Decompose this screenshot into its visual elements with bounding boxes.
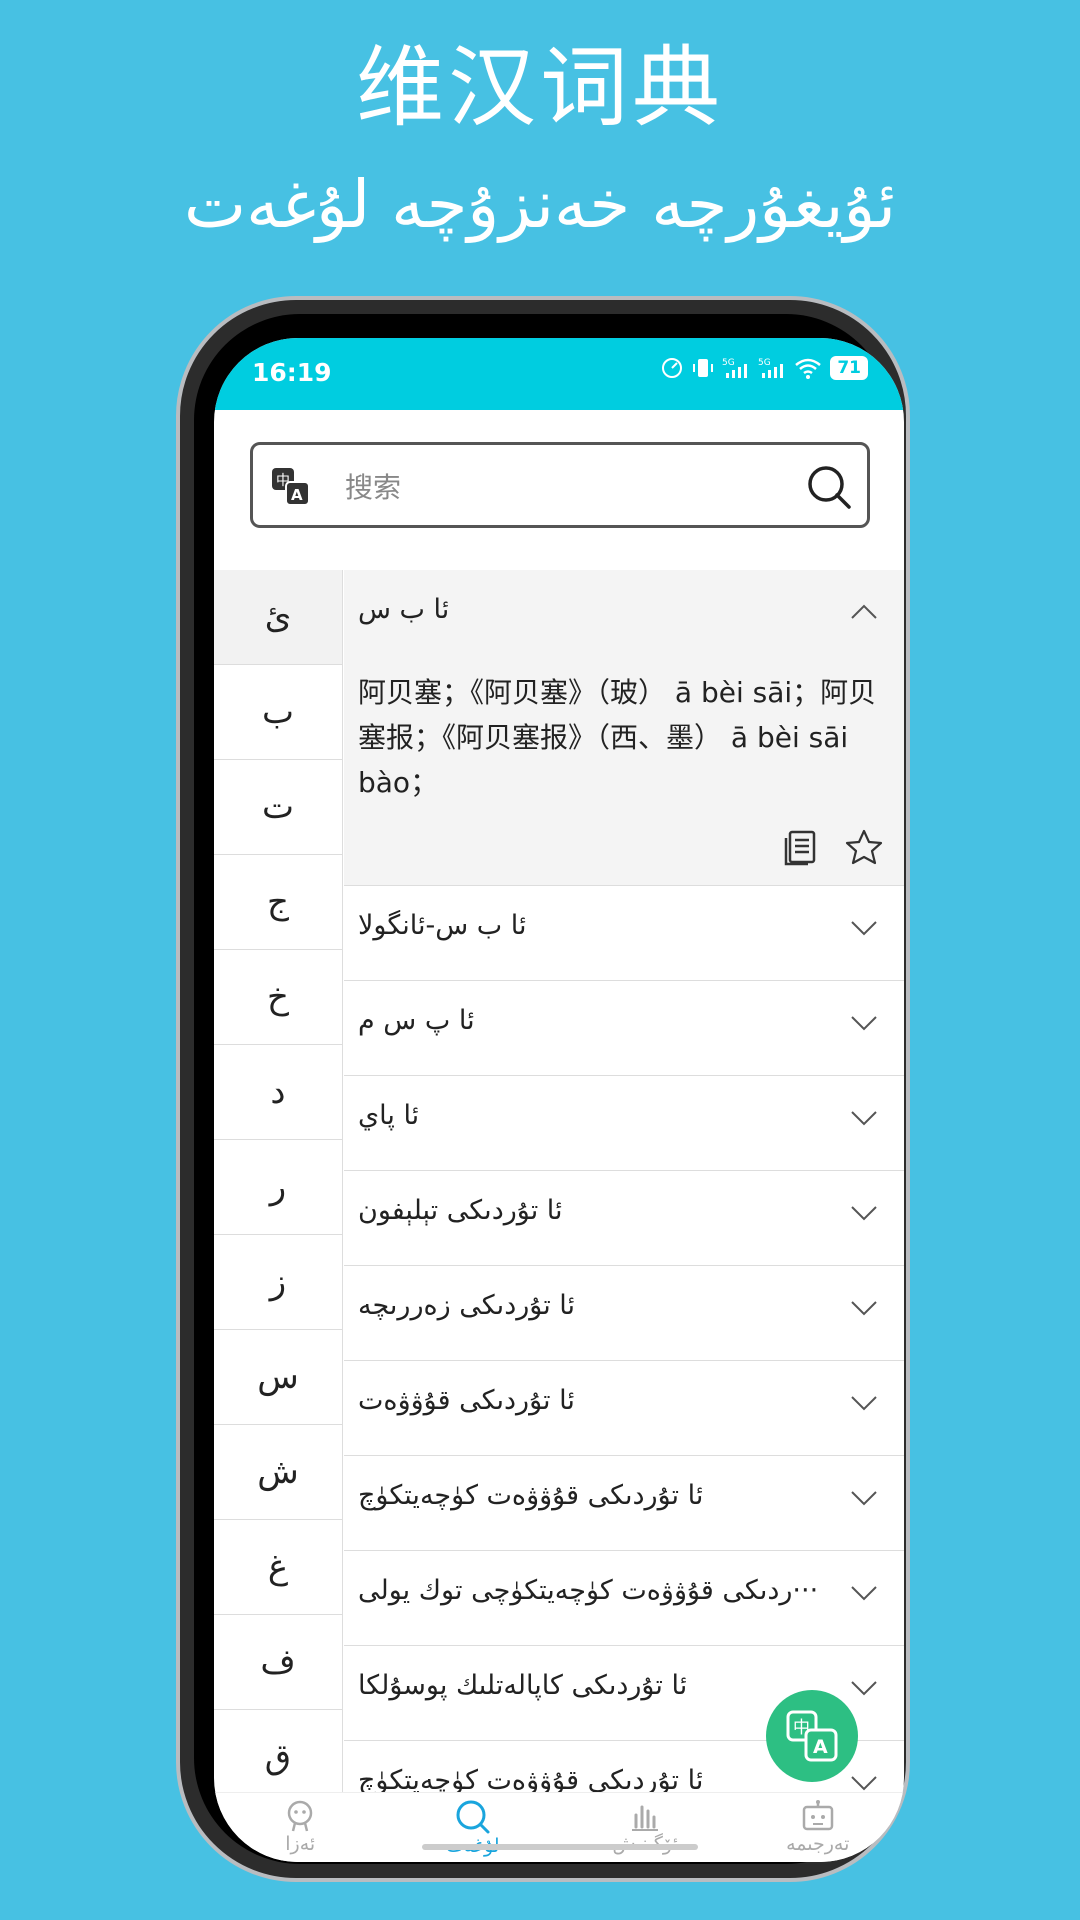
entry-actions: [782, 828, 884, 866]
bottom-tab-bar: ئەزا لۇغەت ئۆگىنىش تەرجىمە: [214, 1792, 904, 1862]
entry-definition: 阿贝塞；《阿贝塞》（玻） ā bèi sāi；阿贝塞报；《阿贝塞报》（西、墨） …: [358, 676, 877, 799]
phone-screen: 16:19 5G 5G 71 中A 搜索 ئ ب ت ج خ د ر ز س ش…: [214, 338, 904, 1862]
signal-5g-icon: 5G: [758, 358, 784, 378]
search-input[interactable]: [343, 461, 777, 513]
chevron-up-icon[interactable]: [850, 604, 878, 620]
svg-text:5G: 5G: [722, 358, 735, 368]
phone-bezel: 16:19 5G 5G 71 中A 搜索 ئ ب ت ج خ د ر ز س ش…: [194, 314, 904, 1864]
promo-subtitle: ئۇيغۇرچە خەنزۇچە لۇغەت: [183, 166, 897, 243]
alphabet-letter[interactable]: ب: [214, 665, 342, 760]
tab-learning[interactable]: ئۆگىنىش: [559, 1793, 732, 1862]
chevron-down-icon[interactable]: [850, 1775, 878, 1791]
alphabet-letter[interactable]: ر: [214, 1140, 342, 1235]
alphabet-letter[interactable]: ق: [214, 1710, 342, 1792]
entry-word: ئا ب س: [358, 594, 450, 625]
alphabet-letter[interactable]: ز: [214, 1235, 342, 1330]
entry-word: ئا تۇردىكى تېلېفون: [358, 1195, 563, 1226]
svg-text:A: A: [813, 1736, 828, 1758]
alphabet-letter[interactable]: ف: [214, 1615, 342, 1710]
star-icon[interactable]: [844, 828, 884, 866]
status-bar: 16:19 5G 5G 71: [214, 338, 904, 410]
alphabet-index: ئ ب ت ج خ د ر ز س ش غ ف ق: [214, 570, 343, 1792]
promo-title: 维汉词典: [355, 36, 724, 139]
alphabet-letter[interactable]: د: [214, 1045, 342, 1140]
chevron-down-icon[interactable]: [850, 1680, 878, 1696]
entry-expanded[interactable]: ئا ب س 阿贝塞；《阿贝塞》（玻） ā bèi sāi；阿贝塞报；《阿贝塞报…: [344, 570, 904, 886]
home-indicator[interactable]: [422, 1844, 698, 1850]
chart-icon: [632, 1805, 659, 1831]
copy-icon[interactable]: [782, 828, 818, 866]
list-item[interactable]: ئا ب س-ئانگولا: [344, 886, 904, 981]
entry-list: ئا ب س 阿贝塞；《阿贝塞》（玻） ā bèi sāi；阿贝塞报；《阿贝塞报…: [344, 570, 904, 1792]
tab-label: ئەزا: [285, 1833, 316, 1855]
translate-icon[interactable]: 中A: [271, 467, 311, 511]
battery-indicator: 71: [830, 356, 868, 380]
alphabet-letter[interactable]: ئ: [214, 570, 342, 665]
entry-word: ئا تۇردىكى زەررىچە: [358, 1290, 576, 1321]
status-icons: 5G 5G 71: [660, 356, 868, 380]
search-icon: [456, 1800, 490, 1834]
vibrate-icon: [693, 359, 714, 377]
entry-word: ئا تۇردىكى قۇۋۋەت: [358, 1385, 575, 1416]
entry-word: ئا تۇردىكى قۇۋۋەت كۈچەيتكۈچ: [358, 1480, 704, 1511]
status-time: 16:19: [252, 358, 332, 387]
search-icon[interactable]: [805, 463, 853, 515]
chevron-down-icon[interactable]: [850, 1490, 878, 1506]
robot-icon: [802, 1800, 833, 1831]
member-icon: [288, 1800, 313, 1832]
wifi-icon: [795, 358, 822, 379]
alphabet-letter[interactable]: ج: [214, 855, 342, 950]
tab-dictionary[interactable]: لۇغەت: [387, 1793, 560, 1862]
chevron-down-icon[interactable]: [850, 1300, 878, 1316]
chevron-down-icon[interactable]: [850, 1205, 878, 1221]
chevron-down-icon[interactable]: [850, 1015, 878, 1031]
list-item[interactable]: ···ردىكى قۇۋۋەت كۈچەيتكۈچى توك يولى: [344, 1551, 904, 1646]
alphabet-letter[interactable]: ش: [214, 1425, 342, 1520]
signal-5g-icon: 5G: [722, 358, 748, 378]
entry-word: ئا پاي: [358, 1100, 420, 1131]
translate-fab[interactable]: 中A: [766, 1690, 858, 1782]
tab-label: تەرجىمە: [786, 1833, 850, 1855]
svg-text:5G: 5G: [758, 358, 771, 368]
list-item[interactable]: ئا پ س م: [344, 981, 904, 1076]
entry-word: ئا ب س-ئانگولا: [358, 910, 527, 941]
entry-word: ···ردىكى قۇۋۋەت كۈچەيتكۈچى توك يولى: [358, 1575, 819, 1606]
alphabet-letter[interactable]: غ: [214, 1520, 342, 1615]
entry-word: ئا تۇردىكى قۇۋۋەت كۈچەيتكۈچ: [358, 1765, 704, 1792]
list-item[interactable]: ئا تۇردىكى زەررىچە: [344, 1266, 904, 1361]
list-item[interactable]: ئا تۇردىكى قۇۋۋەت كۈچەيتكۈچ: [344, 1456, 904, 1551]
entry-word: ئا پ س م: [358, 1005, 475, 1036]
tab-translate[interactable]: تەرجىمە: [732, 1793, 905, 1862]
chevron-down-icon[interactable]: [850, 1585, 878, 1601]
phone-frame: 16:19 5G 5G 71 中A 搜索 ئ ب ت ج خ د ر ز س ش…: [176, 296, 910, 1882]
list-item[interactable]: ئا تۇردىكى تېلېفون: [344, 1171, 904, 1266]
translate-icon: 中A: [786, 1710, 838, 1762]
entry-word: ئا تۇردىكى كاپالەتلىك پوسۇلكا: [358, 1670, 688, 1701]
chevron-down-icon[interactable]: [850, 1395, 878, 1411]
alphabet-letter[interactable]: ت: [214, 760, 342, 855]
list-item[interactable]: ئا پاي: [344, 1076, 904, 1171]
tab-member[interactable]: ئەزا: [214, 1793, 387, 1862]
speed-icon: [662, 358, 683, 378]
search-box[interactable]: 中A: [250, 442, 870, 528]
list-item[interactable]: ئا تۇردىكى قۇۋۋەت: [344, 1361, 904, 1456]
alphabet-letter[interactable]: خ: [214, 950, 342, 1045]
svg-text:A: A: [291, 486, 303, 504]
chevron-down-icon[interactable]: [850, 1110, 878, 1126]
alphabet-letter[interactable]: س: [214, 1330, 342, 1425]
chevron-down-icon[interactable]: [850, 920, 878, 936]
